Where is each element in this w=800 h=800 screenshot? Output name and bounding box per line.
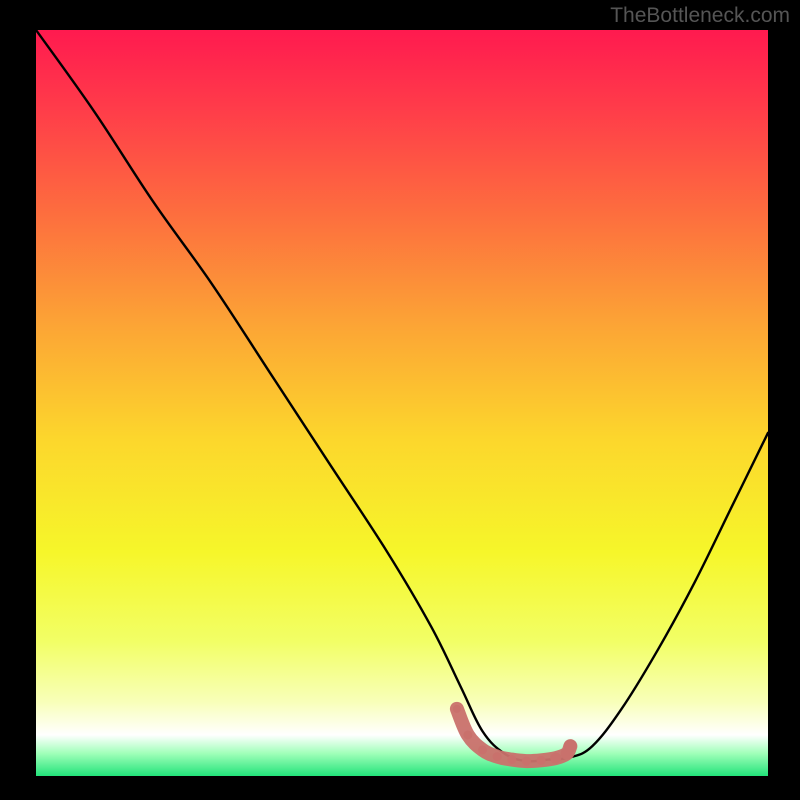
- chart-frame: TheBottleneck.com: [0, 0, 800, 800]
- highlight-marker: [453, 705, 461, 713]
- highlight-marker: [550, 753, 561, 764]
- plot-area: [36, 30, 768, 776]
- highlight-marker: [507, 755, 516, 764]
- chart-svg: [36, 30, 768, 776]
- bottleneck-curve: [36, 30, 768, 761]
- highlight-marker: [463, 730, 472, 739]
- highlight-marker: [478, 745, 487, 754]
- watermark-text: TheBottleneck.com: [610, 4, 790, 28]
- highlight-marker: [493, 752, 502, 761]
- highlight-marker: [522, 757, 531, 766]
- highlight-marker: [564, 740, 577, 753]
- highlight-marker: [537, 756, 546, 765]
